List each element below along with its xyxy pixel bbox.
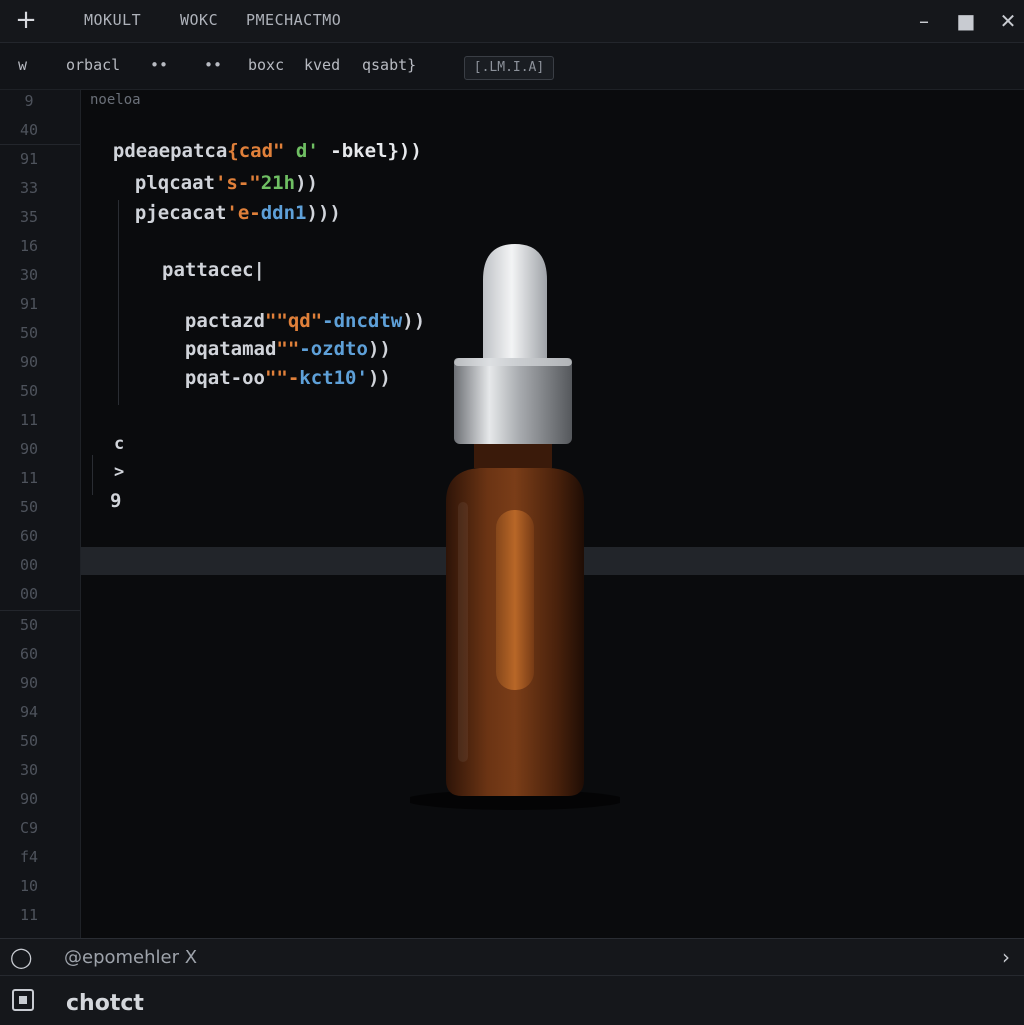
line-number: 50 <box>19 732 39 750</box>
code-line: pqat-oo""-kct10')) <box>162 345 391 389</box>
toolbar-item-7[interactable]: qsabt} <box>362 56 416 74</box>
toolbar-item-3[interactable]: •• <box>150 56 168 74</box>
menu-item-3[interactable]: PMECHACTMO <box>246 11 341 29</box>
code-line: c <box>114 434 125 454</box>
terminal-icon[interactable] <box>12 989 34 1011</box>
line-number: 60 <box>19 645 39 663</box>
code-string: ddn1 <box>260 202 307 224</box>
line-number: 9 <box>24 92 34 110</box>
line-number: 11 <box>19 906 39 924</box>
line-number: 00 <box>19 556 39 574</box>
toolbar-item-4[interactable]: •• <box>204 56 222 74</box>
line-number: 90 <box>19 440 39 458</box>
line-number: 11 <box>19 411 39 429</box>
panel-tab[interactable]: @epomehler X <box>64 947 197 968</box>
line-number: 91 <box>19 295 39 313</box>
line-number: f4 <box>19 848 39 866</box>
maximize-icon[interactable]: ■ <box>952 7 980 35</box>
line-number: 50 <box>19 382 39 400</box>
code-line: > <box>114 462 125 482</box>
code-token: )) <box>367 367 391 389</box>
line-number: 40 <box>19 121 39 139</box>
code-string: kct10' <box>299 367 368 389</box>
title-bar: + MOKULT WOKC PMECHACTMO – ■ ✕ <box>0 0 1024 43</box>
toolbar-item-2[interactable]: orbacl <box>66 56 120 74</box>
line-number: 35 <box>19 208 39 226</box>
close-icon[interactable]: ✕ <box>994 7 1022 35</box>
line-number: 90 <box>19 790 39 808</box>
code-token: pjecacat <box>134 202 227 224</box>
code-token: -bkel})) <box>330 140 422 162</box>
line-number: 10 <box>19 877 39 895</box>
menu-item-2[interactable]: WOKC <box>180 11 218 29</box>
line-number: 94 <box>19 703 39 721</box>
code-string: ""- <box>264 367 300 389</box>
line-number: 50 <box>19 616 39 634</box>
toolbar-item-5[interactable]: boxc <box>248 56 284 74</box>
terminal-icon-dot <box>19 996 27 1004</box>
code-line: pjecacat'e-ddn1))) <box>112 180 341 224</box>
line-number: 30 <box>19 761 39 779</box>
minimize-icon[interactable]: – <box>910 7 938 35</box>
code-token: ))) <box>306 202 341 224</box>
line-number: 50 <box>19 324 39 342</box>
bottom-panel: ◯ @epomehler X › chotct <box>0 938 1024 1025</box>
chevron-right-icon[interactable]: › <box>1002 945 1010 969</box>
line-number: 90 <box>19 353 39 371</box>
line-number: 16 <box>19 237 39 255</box>
line-number: 00 <box>19 585 39 603</box>
dropper-bottle-image <box>410 244 620 810</box>
line-number: 33 <box>19 179 39 197</box>
line-number: 60 <box>19 527 39 545</box>
line-number: 50 <box>19 498 39 516</box>
panel-tab-bar: ◯ @epomehler X › <box>0 939 1024 976</box>
circle-icon[interactable]: ◯ <box>10 945 32 969</box>
line-number: 90 <box>19 674 39 692</box>
toolbar-badge[interactable]: [.LM.I.A] <box>464 56 554 80</box>
code-string: 'e- <box>226 202 261 224</box>
code-token: pqat-oo <box>184 367 265 389</box>
indent-guide <box>118 200 119 405</box>
line-number: C9 <box>19 819 39 837</box>
line-number: 91 <box>19 150 39 168</box>
code-line: 9 <box>110 490 122 512</box>
toolbar-item-6[interactable]: kved <box>304 56 340 74</box>
line-number: 30 <box>19 266 39 284</box>
code-line: noeloa <box>90 92 141 108</box>
code-line: pattacec| <box>162 259 265 281</box>
plus-icon[interactable]: + <box>12 6 40 34</box>
toolbar-item-1[interactable]: w <box>18 56 27 74</box>
indent-guide <box>92 455 93 495</box>
gutter-divider <box>0 144 80 145</box>
gutter-divider <box>0 610 80 611</box>
menu-item-1[interactable]: MOKULT <box>84 11 141 29</box>
line-number: 11 <box>19 469 39 487</box>
line-number-gutter: 9 40 91 33 35 16 30 91 50 90 50 11 90 11… <box>0 90 81 938</box>
terminal-output: chotct <box>66 991 144 1016</box>
